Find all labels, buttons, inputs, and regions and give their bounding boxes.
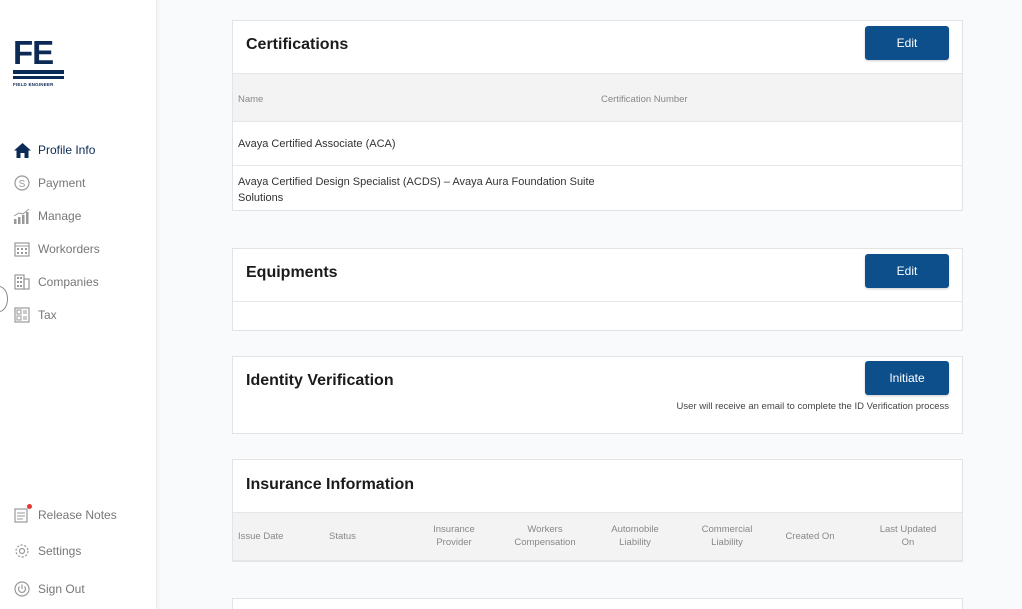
home-icon bbox=[13, 141, 31, 159]
certifications-card: Certifications Edit Name Certification N… bbox=[232, 20, 963, 211]
identity-verification-note: User will receive an email to complete t… bbox=[676, 401, 949, 412]
sidebar-item-label: Release Notes bbox=[38, 508, 117, 522]
column-header-certification-number: Certification Number bbox=[601, 94, 688, 105]
certification-name: Avaya Certified Associate (ACA) bbox=[238, 138, 396, 150]
certification-name: Avaya Certified Design Specialist (ACDS)… bbox=[238, 176, 595, 204]
column-header-created-on: Created On bbox=[785, 531, 835, 542]
certifications-title: Certifications bbox=[246, 36, 349, 53]
sidebar: FE FIELD ENGINEER Profile Info S Payment… bbox=[0, 0, 157, 609]
dollar-circle-icon: S bbox=[13, 174, 31, 192]
svg-text:S: S bbox=[19, 179, 26, 190]
sidebar-item-label: Payment bbox=[38, 176, 86, 190]
equipments-divider bbox=[233, 301, 962, 302]
column-header-insurance-provider: Insurance Provider bbox=[433, 524, 475, 548]
power-icon bbox=[13, 580, 31, 598]
sidebar-item-label: Manage bbox=[38, 209, 82, 223]
sidebar-item-payment[interactable]: S Payment bbox=[13, 174, 85, 192]
calendar-icon bbox=[13, 240, 31, 258]
sidebar-item-label: Workorders bbox=[38, 242, 100, 256]
gear-icon bbox=[13, 542, 31, 560]
sidebar-item-label: Settings bbox=[38, 544, 82, 558]
sidebar-item-label: Tax bbox=[38, 308, 57, 322]
column-header-status: Status bbox=[329, 531, 356, 542]
sidebar-item-manage[interactable]: Manage bbox=[13, 207, 81, 225]
column-header-name: Name bbox=[238, 94, 264, 105]
logo-subtitle: FIELD ENGINEER bbox=[13, 82, 54, 87]
sidebar-item-workorders[interactable]: Workorders bbox=[13, 240, 100, 258]
sidebar-item-sign-out[interactable]: Sign Out bbox=[13, 580, 85, 598]
insurance-card: Insurance Information Issue Date Status … bbox=[232, 459, 963, 562]
logo-bar-2 bbox=[13, 76, 64, 79]
sidebar-item-release-notes[interactable]: Release Notes bbox=[13, 504, 117, 524]
insurance-title: Insurance Information bbox=[246, 476, 415, 493]
column-header-issue-date: Issue Date bbox=[238, 531, 284, 542]
certifications-edit-button[interactable]: Edit bbox=[865, 26, 949, 60]
sidebar-item-companies[interactable]: Companies bbox=[13, 273, 99, 291]
building-icon bbox=[13, 273, 31, 291]
notification-dot bbox=[27, 504, 32, 509]
sidebar-item-profile-info[interactable]: Profile Info bbox=[13, 141, 95, 159]
equipments-title: Equipments bbox=[246, 264, 338, 281]
table-row: Avaya Certified Design Specialist (ACDS)… bbox=[233, 166, 962, 211]
identity-verification-title: Identity Verification bbox=[246, 372, 394, 389]
column-header-commercial-liability: Commercial Liability bbox=[701, 524, 753, 548]
sidebar-item-settings[interactable]: Settings bbox=[13, 542, 81, 560]
bar-chart-icon bbox=[13, 207, 31, 225]
logo[interactable]: FE FIELD ENGINEER bbox=[13, 34, 65, 87]
sidebar-item-tax[interactable]: Tax bbox=[13, 306, 57, 324]
insurance-table-header: Issue Date Status Insurance Provider Wor… bbox=[233, 512, 962, 561]
column-header-workers-compensation: Workers Compensation bbox=[514, 524, 576, 548]
tax-form-icon bbox=[13, 306, 31, 324]
sidebar-item-label: Companies bbox=[38, 275, 99, 289]
certifications-table-header: Name Certification Number bbox=[233, 73, 962, 122]
initiate-button[interactable]: Initiate bbox=[865, 361, 949, 395]
identity-verification-card: Identity Verification Initiate User will… bbox=[232, 356, 963, 434]
table-row: Avaya Certified Associate (ACA) bbox=[233, 122, 962, 166]
sidebar-item-label: Profile Info bbox=[38, 143, 96, 157]
equipments-edit-button[interactable]: Edit bbox=[865, 254, 949, 288]
sidebar-item-label: Sign Out bbox=[38, 582, 85, 596]
logo-mark: FE bbox=[13, 34, 54, 71]
column-header-automobile-liability: Automobile Liability bbox=[611, 524, 659, 548]
equipments-card: Equipments Edit bbox=[232, 248, 963, 331]
column-header-last-updated-on: Last Updated On bbox=[879, 524, 937, 548]
release-notes-icon bbox=[13, 504, 32, 524]
next-card bbox=[232, 598, 963, 609]
